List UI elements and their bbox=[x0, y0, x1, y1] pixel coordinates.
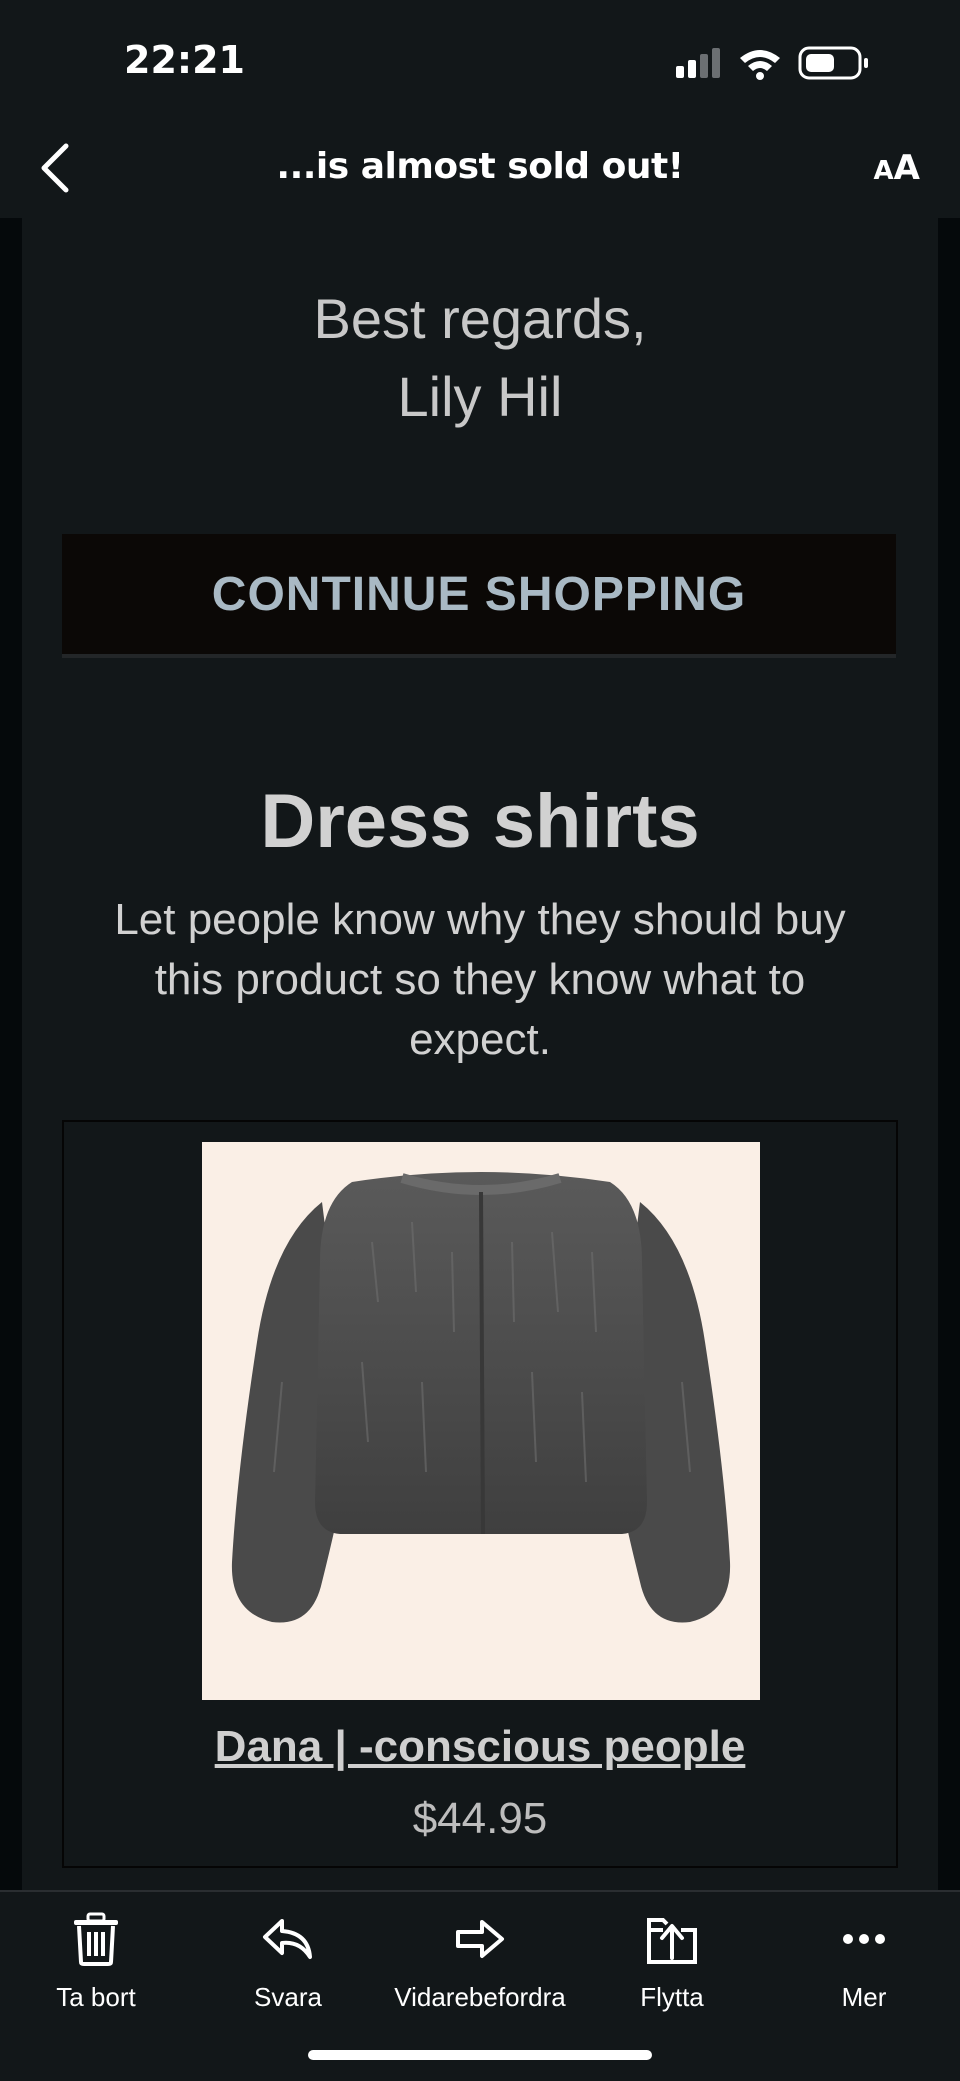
email-viewport[interactable]: Best regards, Lily Hil CONTINUE SHOPPING… bbox=[0, 218, 960, 1890]
sender-name: Lily Hil bbox=[397, 365, 563, 428]
more-label: Mer bbox=[841, 1982, 887, 2012]
signature: Best regards, Lily Hil bbox=[22, 280, 938, 436]
wifi-icon bbox=[740, 50, 780, 80]
home-indicator[interactable] bbox=[308, 2050, 652, 2060]
move-button[interactable]: Flytta bbox=[576, 1910, 768, 2013]
section-description: Let people know why they should buy this… bbox=[62, 890, 898, 1070]
section-title: Dress shirts bbox=[260, 779, 700, 864]
cellular-signal-icon bbox=[676, 48, 720, 78]
product-image[interactable] bbox=[202, 1142, 760, 1700]
text-size-button[interactable]: AA bbox=[874, 148, 920, 188]
status-icons bbox=[676, 46, 876, 80]
section-description-line: Let people know why they should buy bbox=[114, 895, 846, 944]
move-to-folder-icon bbox=[647, 1918, 697, 1964]
reply-button[interactable]: Svara bbox=[192, 1910, 384, 2013]
section-description-line: this product so they know what to bbox=[154, 955, 806, 1004]
status-time: 22:21 bbox=[124, 38, 245, 82]
trash-icon bbox=[74, 1912, 118, 1966]
product-price: $44.95 bbox=[412, 1794, 548, 1843]
reply-label: Svara bbox=[254, 1982, 322, 2012]
email-body: Best regards, Lily Hil CONTINUE SHOPPING… bbox=[22, 218, 938, 1890]
email-subject: ...is almost sold out! bbox=[276, 146, 684, 187]
fur-jacket-illustration bbox=[231, 1172, 731, 1623]
move-label: Flytta bbox=[640, 1982, 704, 2012]
battery-icon bbox=[798, 46, 868, 80]
delete-button[interactable]: Ta bort bbox=[0, 1910, 192, 2013]
delete-label: Ta bort bbox=[56, 1982, 136, 2012]
text-size-large-glyph: A bbox=[893, 148, 920, 188]
continue-shopping-label: CONTINUE SHOPPING bbox=[211, 567, 747, 621]
reply-icon bbox=[263, 1919, 312, 1959]
forward-arrow-icon bbox=[456, 1920, 504, 1958]
more-button[interactable]: Mer bbox=[768, 1910, 960, 2013]
forward-label: Vidarebefordra bbox=[394, 1982, 566, 2012]
status-bar: 22:21 bbox=[0, 0, 960, 120]
regards-line: Best regards, bbox=[313, 287, 647, 350]
text-size-small-glyph: A bbox=[873, 156, 894, 186]
product-card: Dana | -conscious people $44.95 bbox=[62, 1120, 898, 1868]
mail-screen: 22:21 ...is almost sold out! AA Best reg… bbox=[0, 0, 960, 2081]
product-name-link[interactable]: Dana | -conscious people bbox=[64, 1722, 896, 1772]
continue-shopping-button[interactable]: CONTINUE SHOPPING bbox=[62, 534, 896, 658]
section-description-line: expect. bbox=[409, 1015, 551, 1064]
status-icons-svg bbox=[676, 46, 868, 80]
ellipsis-icon bbox=[843, 1934, 885, 1944]
forward-button[interactable]: Vidarebefordra bbox=[384, 1910, 576, 2013]
nav-bar: ...is almost sold out! AA bbox=[0, 120, 960, 218]
